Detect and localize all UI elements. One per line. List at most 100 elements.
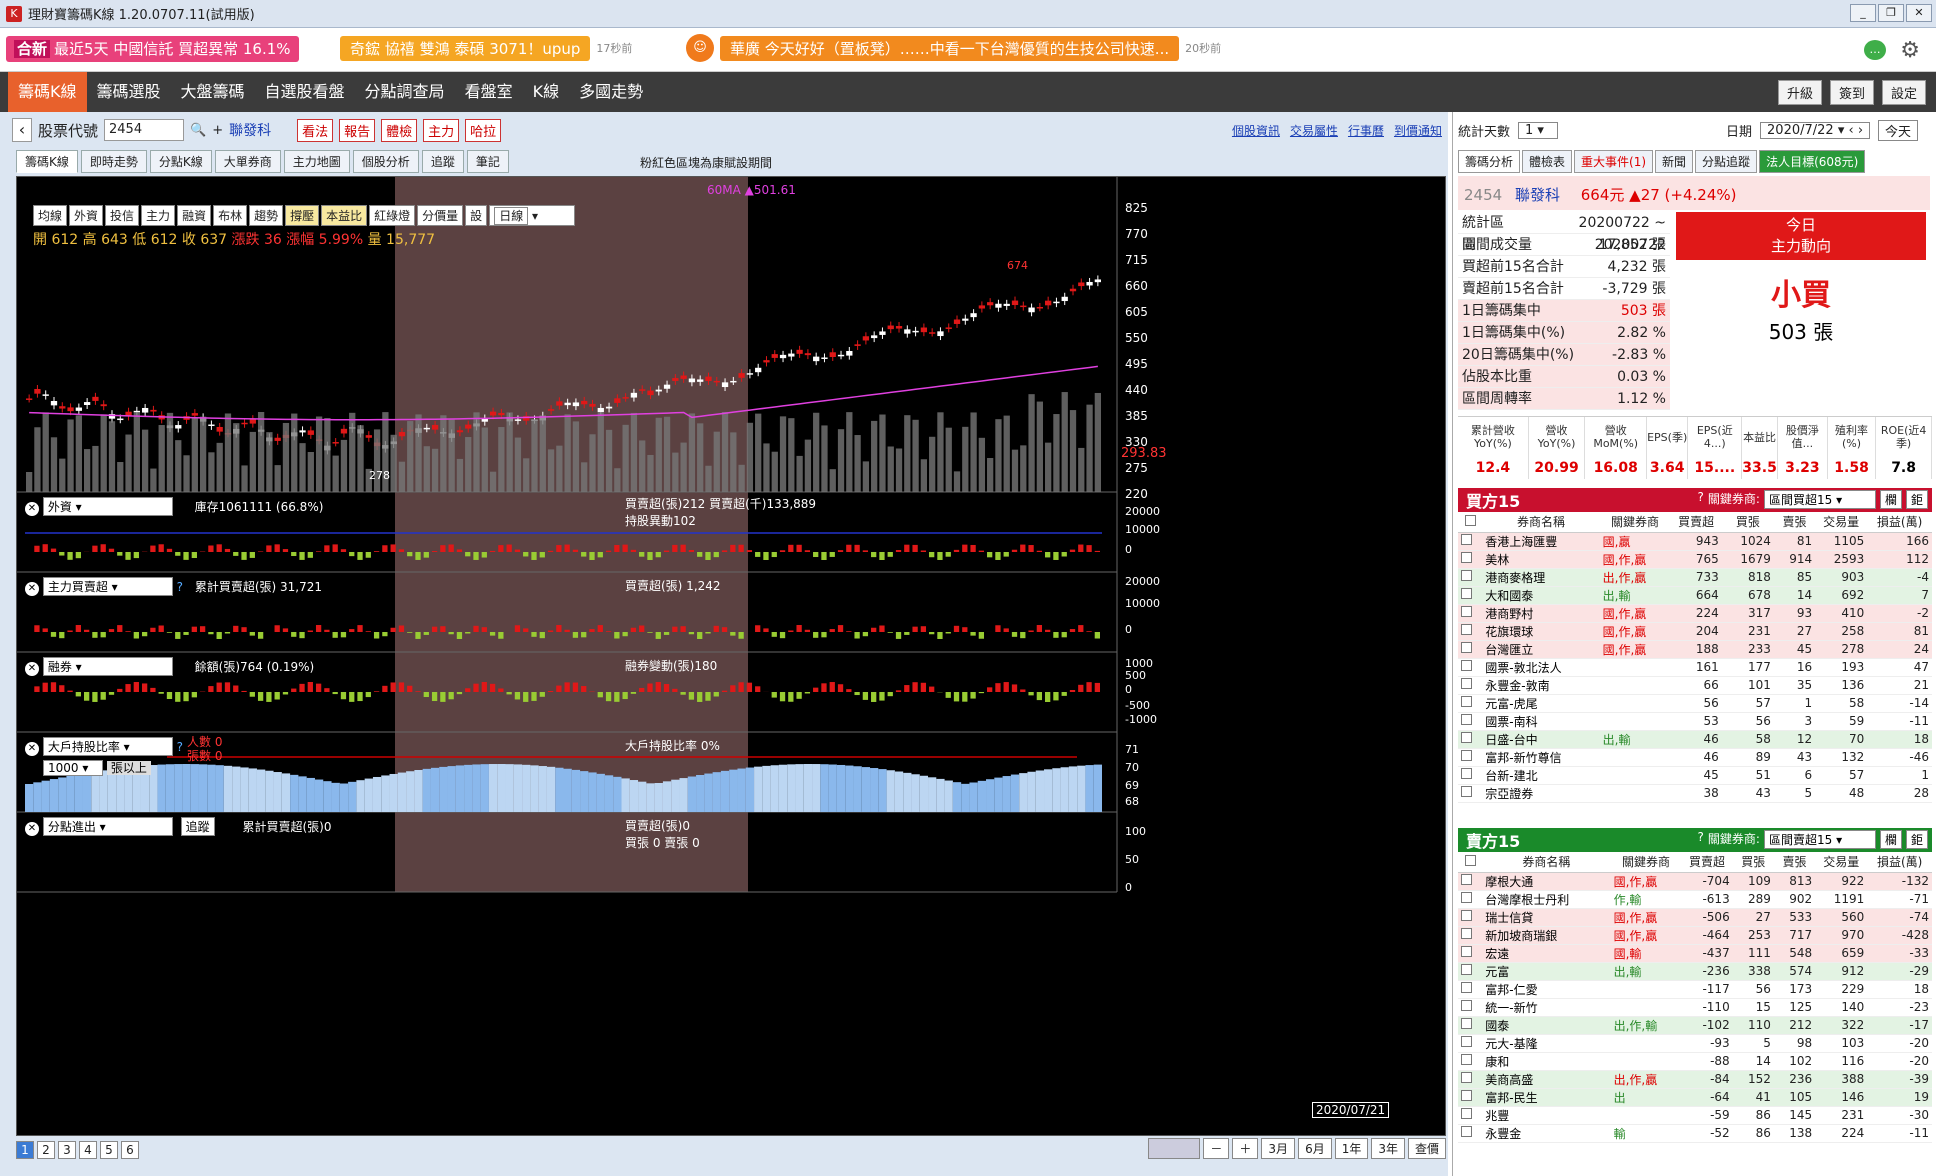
nav-item-watch-room[interactable]: 看盤室 [455, 72, 523, 112]
broker-row[interactable]: 元富-虎尾 56 57 1 58 -14 [1458, 694, 1932, 713]
column-header[interactable]: 買賣超 [1681, 852, 1733, 873]
row-checkbox[interactable] [1458, 622, 1483, 641]
tab-target-price[interactable]: 法人目標(608元) [1759, 150, 1866, 173]
broker-name[interactable]: 富邦-新竹尊信 [1482, 748, 1600, 767]
broker-row[interactable]: 康和 -88 14 102 116 -20 [1458, 1052, 1932, 1071]
toolbar-margin[interactable]: 融資 [177, 205, 212, 226]
tab-checkup[interactable]: 體檢表 [1522, 150, 1573, 173]
row-checkbox[interactable] [1458, 604, 1483, 623]
range-1y-button[interactable]: 1年 [1334, 1138, 1369, 1159]
help-icon[interactable]: ? [1698, 830, 1704, 849]
nav-item-chip-kline[interactable]: 籌碼K線 [8, 72, 87, 112]
page-button[interactable]: 4 [79, 1141, 97, 1159]
row-checkbox[interactable] [1458, 980, 1483, 999]
today-button[interactable]: 今天 [1878, 119, 1919, 141]
restore-icon[interactable]: ❐ [1878, 4, 1904, 22]
nav-item-chip-screener[interactable]: 籌碼選股 [87, 72, 171, 112]
broker-row[interactable]: 宗亞證券 38 43 5 48 28 [1458, 784, 1932, 803]
checkin-button[interactable]: 簽到 [1829, 80, 1874, 105]
stock-name[interactable]: 聯發科 [229, 120, 271, 140]
page-button[interactable]: 2 [37, 1141, 55, 1159]
link-trade-attr[interactable]: 交易屬性 [1290, 122, 1338, 139]
broker-name[interactable]: 新加坡商瑞銀 [1482, 926, 1611, 945]
threshold-select[interactable]: 1000 ▾ [43, 760, 103, 776]
select-all-checkbox[interactable] [1458, 852, 1483, 873]
broker-row[interactable]: 兆豐 -59 86 145 231 -30 [1458, 1106, 1932, 1125]
broker-name[interactable]: 台灣摩根士丹利 [1482, 890, 1611, 909]
tab-branch-kline[interactable]: 分點K線 [149, 150, 212, 173]
broker-row[interactable]: 美商高盛 出,作,贏 -84 152 236 388 -39 [1458, 1070, 1932, 1089]
row-checkbox[interactable] [1458, 1106, 1483, 1125]
link-calendar[interactable]: 行事曆 [1348, 122, 1384, 139]
close-icon[interactable]: ✕ [25, 502, 39, 516]
broker-row[interactable]: 統一-新竹 -110 15 125 140 -23 [1458, 998, 1932, 1017]
toolbar-ma[interactable]: 均線 [33, 205, 68, 226]
panel-mainforce-select[interactable]: 主力買賣超 ▾ [42, 577, 173, 596]
column-header[interactable]: 券商名稱 [1482, 512, 1600, 533]
close-icon[interactable]: ✕ [25, 742, 39, 756]
broker-row[interactable]: 富邦-民生出 -64 41 105 146 19 [1458, 1088, 1932, 1107]
broker-name[interactable]: 港商野村 [1482, 604, 1600, 623]
row-checkbox[interactable] [1458, 944, 1483, 963]
broker-name[interactable]: 日盛-台中 [1482, 730, 1600, 749]
broker-row[interactable]: 元大-基隆 -93 5 98 103 -20 [1458, 1034, 1932, 1053]
ticker-alert-2[interactable]: 奇鋐 協禧 雙鴻 泰碩 3071！upup 17秒前 [340, 34, 632, 62]
row-checkbox[interactable] [1458, 1124, 1483, 1143]
broker-name[interactable]: 宗亞證券 [1482, 784, 1600, 803]
broker-name[interactable]: 元富 [1482, 962, 1611, 981]
column-header[interactable]: 券商名稱 [1482, 852, 1611, 873]
help-icon[interactable]: ? [177, 580, 183, 594]
broker-name[interactable]: 美林 [1482, 550, 1600, 569]
column-header[interactable]: 交易量 [1815, 512, 1868, 533]
row-checkbox[interactable] [1458, 926, 1483, 945]
chart-frame[interactable]: 825 770 715 660 605 550 495 440 385 330 275 220 293.… [16, 176, 1446, 1136]
zoom-in-icon[interactable]: ＋ [1232, 1138, 1259, 1159]
row-checkbox[interactable] [1458, 766, 1483, 785]
row-checkbox[interactable] [1458, 1052, 1483, 1071]
column-header[interactable]: 買賣超 [1670, 512, 1722, 533]
panel-branch-select[interactable]: 分點進出 ▾ [42, 817, 173, 836]
tab-tracking[interactable]: 追蹤 [421, 150, 464, 173]
help-icon[interactable]: ? [1698, 490, 1704, 509]
page-button[interactable]: 1 [16, 1141, 34, 1159]
row-checkbox[interactable] [1458, 962, 1483, 981]
nav-item-global-trend[interactable]: 多國走勢 [569, 72, 653, 112]
tab-stock-analysis[interactable]: 個股分析 [352, 150, 419, 173]
broker-name[interactable]: 國票-南科 [1482, 712, 1600, 731]
report-button[interactable]: 報告 [339, 118, 376, 142]
toolbar-trust[interactable]: 投信 [105, 205, 140, 226]
broker-row[interactable]: 台新-建北 45 51 6 57 1 [1458, 766, 1932, 785]
broker-name[interactable]: 富邦-仁愛 [1482, 980, 1611, 999]
broker-row[interactable]: 台灣摩根士丹利 作,輸 -613 289 902 1191 -71 [1458, 890, 1932, 909]
settings-button[interactable]: 設定 [1881, 80, 1926, 105]
tab-major-events[interactable]: 重大事件(1) [1574, 150, 1654, 173]
row-checkbox[interactable] [1458, 532, 1483, 551]
broker-name[interactable]: 永豐金-敦南 [1482, 676, 1600, 695]
toolbar-price-volume[interactable]: 分價量 [417, 205, 464, 226]
page-button[interactable]: 3 [58, 1141, 76, 1159]
row-checkbox[interactable] [1458, 1034, 1483, 1053]
nav-item-branch-survey[interactable]: 分點調查局 [355, 72, 455, 112]
column-header[interactable]: 賣張 [1773, 512, 1816, 533]
broker-name[interactable]: 美商高盛 [1482, 1070, 1611, 1089]
row-checkbox[interactable] [1458, 1016, 1483, 1035]
broker-row[interactable]: 港商野村 國,作,贏 224 317 93 410 -2 [1458, 604, 1932, 623]
row-checkbox[interactable] [1458, 640, 1483, 659]
select-all-checkbox[interactable] [1458, 512, 1483, 533]
timeline-scrollbar[interactable] [1148, 1138, 1201, 1159]
broker-name[interactable]: 兆豐 [1482, 1106, 1611, 1125]
mainforce-button[interactable]: 主力 [423, 118, 460, 142]
range-3m-button[interactable]: 3月 [1261, 1138, 1296, 1159]
broker-name[interactable]: 統一-新竹 [1482, 998, 1611, 1017]
broker-name[interactable]: 摩根大通 [1482, 872, 1611, 891]
stat-days-select[interactable]: 1 ▾ [1518, 121, 1559, 139]
tab-force-map[interactable]: 主力地圖 [283, 150, 350, 173]
broker-row[interactable]: 宏遠 國,輸 -437 111 548 659 -33 [1458, 944, 1932, 963]
broker-name[interactable]: 台灣匯立 [1482, 640, 1600, 659]
range-3y-button[interactable]: 3年 [1371, 1138, 1405, 1159]
minimize-icon[interactable]: _ [1850, 4, 1876, 22]
buy15-expand-button[interactable]: 鉅 [1905, 490, 1928, 509]
broker-name[interactable]: 花旗環球 [1482, 622, 1600, 641]
toolbar-traffic-light[interactable]: 紅綠燈 [369, 205, 416, 226]
link-price-alert[interactable]: 到價通知 [1394, 122, 1442, 139]
